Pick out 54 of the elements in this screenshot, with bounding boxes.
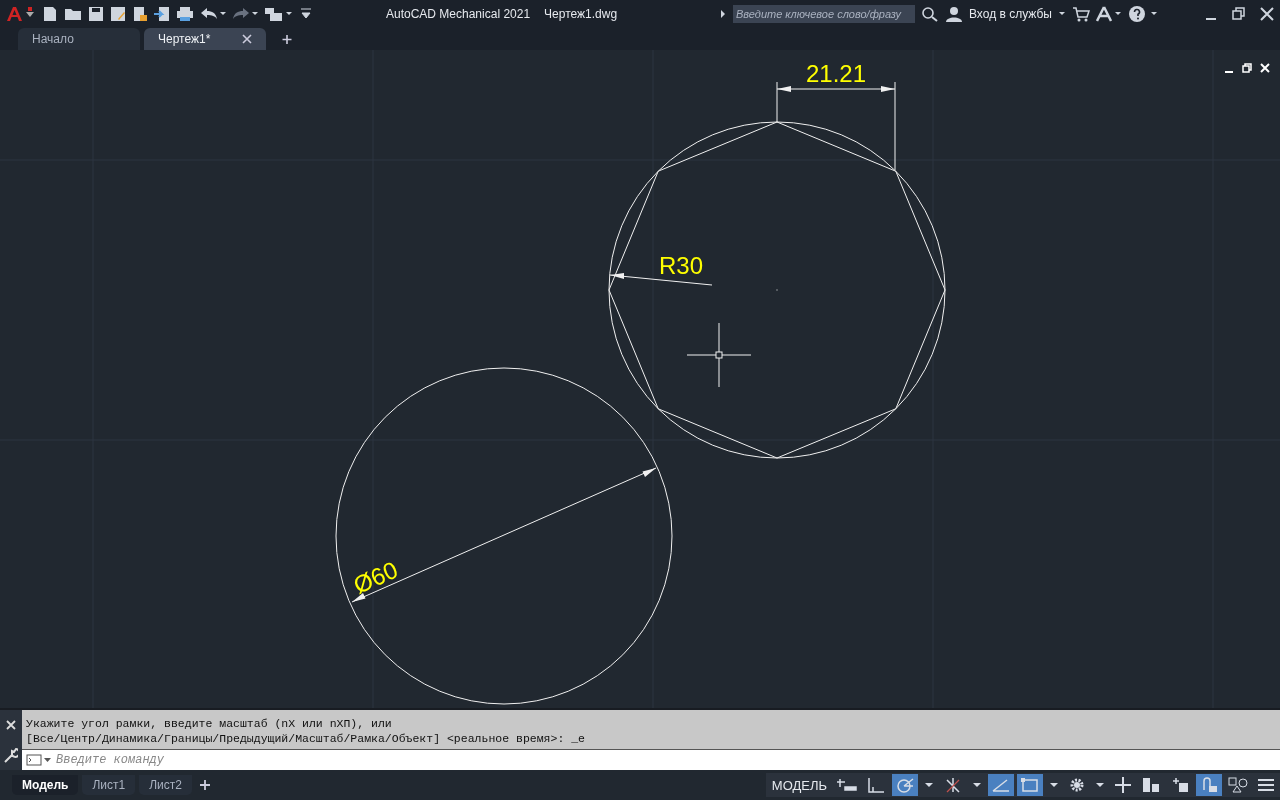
help-icon[interactable]	[1128, 6, 1158, 22]
dimension-text: R30	[659, 252, 703, 279]
command-input[interactable]: Введите команду	[56, 750, 1280, 770]
layout-tab[interactable]: Лист2	[139, 775, 192, 795]
dimension-text: 21.21	[805, 60, 867, 87]
save-icon[interactable]	[88, 6, 104, 22]
square-snap-toggle[interactable]	[1017, 774, 1043, 796]
workspace-icon	[1141, 777, 1161, 793]
publish-icon[interactable]	[132, 6, 148, 22]
app-logo-icon[interactable]	[6, 6, 36, 22]
restore-icon[interactable]	[1232, 6, 1246, 22]
folder-icon[interactable]	[64, 6, 82, 22]
file-tab[interactable]: Чертеж1*	[144, 28, 266, 50]
file-tab[interactable]: Начало	[18, 28, 140, 50]
crosshair-cursor	[686, 322, 752, 388]
autodesk-logo-icon[interactable]	[1096, 6, 1122, 22]
angle-icon	[991, 777, 1011, 793]
new-file-icon[interactable]	[42, 6, 58, 22]
close-icon[interactable]	[1260, 6, 1274, 22]
print-icon[interactable]	[176, 6, 194, 22]
command-history-line: Укажите угол рамки, введите масштаб (nX или nXП), или	[26, 716, 393, 731]
wrench-icon[interactable]	[4, 747, 18, 763]
lock-toggle[interactable]	[1196, 774, 1222, 796]
model-space-button[interactable]: МОДЕЛЬ	[767, 777, 831, 793]
shapes-icon	[1228, 777, 1248, 793]
command-prompt-icon[interactable]	[22, 750, 56, 770]
polar-toggle[interactable]	[892, 774, 918, 796]
close-icon[interactable]	[242, 34, 252, 44]
square-snap-icon	[1020, 777, 1040, 793]
cart-icon[interactable]	[1072, 6, 1090, 22]
user-icon[interactable]	[945, 6, 963, 22]
command-history-line: [Все/Центр/Динамика/Границы/Предыдущий/Масштаб/Рамка/Объект] <реальное время>: _e	[26, 731, 586, 746]
grid-icon	[837, 777, 857, 793]
shapes-toggle[interactable]	[1225, 774, 1251, 796]
layout-tab[interactable]: Модель	[12, 775, 79, 795]
layout-tab[interactable]: Лист1	[82, 775, 136, 795]
viewport-restore-icon[interactable]	[1242, 60, 1252, 76]
search-icon[interactable]	[921, 6, 939, 22]
polar-icon	[895, 777, 915, 793]
annotation-scale-icon	[1170, 777, 1190, 793]
menu-icon	[1257, 777, 1275, 793]
snap-icon	[866, 777, 886, 793]
file-title: Чертеж1.dwg	[544, 7, 618, 21]
sign-in-button[interactable]: Вход в службы	[969, 7, 1052, 21]
settings-icon	[1068, 777, 1086, 793]
drawing-canvas[interactable]: 21.21 R30 Ø60	[0, 50, 1280, 708]
share-icon[interactable]	[154, 6, 170, 22]
dimension-text: Ø60	[349, 555, 402, 599]
workspace-switch-icon[interactable]	[264, 6, 294, 22]
app-title: AutoCAD Mechanical 2021	[386, 7, 531, 21]
angle-toggle[interactable]	[988, 774, 1014, 796]
search-field[interactable]: Введите ключевое слово/фразу	[733, 5, 915, 23]
plus-icon	[1114, 777, 1132, 793]
save-as-icon[interactable]	[110, 6, 126, 22]
